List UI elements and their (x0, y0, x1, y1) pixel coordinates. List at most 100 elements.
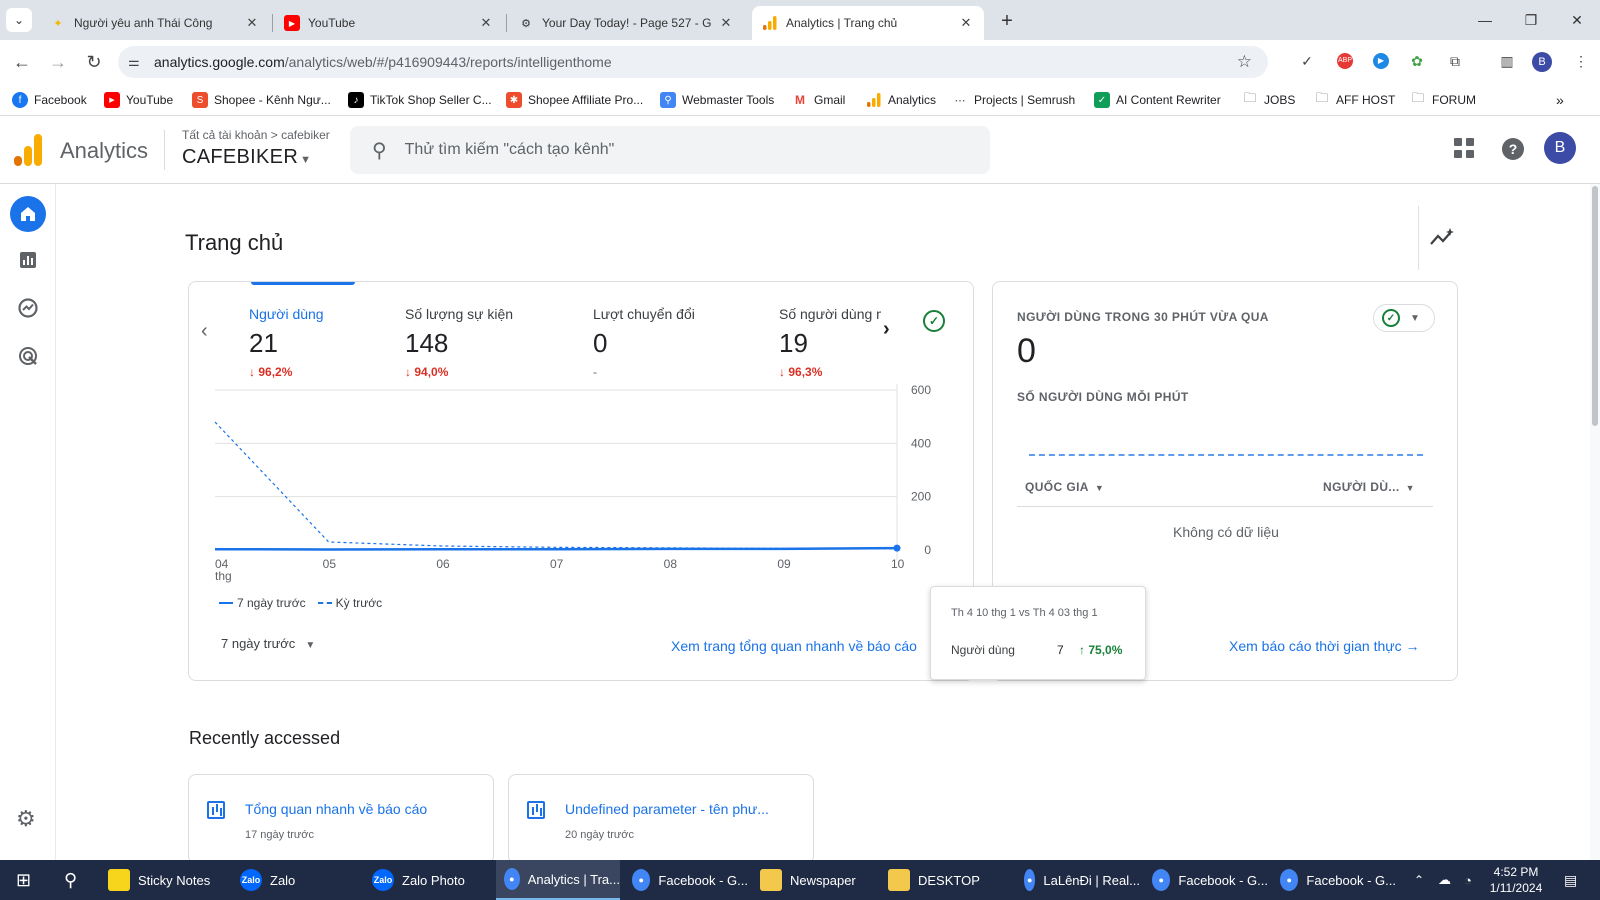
minimize-window-icon[interactable]: — (1462, 8, 1508, 32)
bookmark-label: Projects | Semrush (974, 93, 1076, 107)
metrics-prev-chevron-icon[interactable]: ‹ (201, 320, 208, 343)
recent-item-title[interactable]: Tổng quan nhanh về báo cáo (245, 801, 427, 817)
browser-profile-avatar[interactable]: B (1532, 52, 1552, 72)
y-tick-label: 200 (911, 490, 931, 504)
taskbar-app-sticky-notes[interactable]: Sticky Notes (100, 860, 228, 900)
nav-explore-button[interactable] (10, 290, 46, 326)
insights-trend-icon[interactable] (1428, 226, 1456, 250)
metric-new-users[interactable]: Số người dùng mới 19 ↓ 96,3% (779, 306, 881, 379)
bookmark-folder-forum[interactable]: 🗀 FORUM (1410, 90, 1476, 110)
bookmark-gmail[interactable]: M Gmail (792, 90, 845, 110)
browser-tab-3[interactable]: ⚙ Your Day Today! - Page 527 - G ✕ (508, 6, 744, 40)
tray-wifi-icon[interactable]: ◔ (1456, 860, 1472, 900)
browser-tab-2[interactable]: ▶ YouTube ✕ (274, 6, 504, 40)
realtime-report-link[interactable]: Xem báo cáo thời gian thực → (1229, 638, 1420, 654)
new-tab-button[interactable]: + (994, 8, 1020, 34)
reports-snapshot-link[interactable]: Xem trang tổng quan nhanh về báo cáo (671, 638, 917, 654)
taskbar-app-desktop[interactable]: DESKTOP (880, 860, 1004, 900)
forward-arrow-icon[interactable]: → (46, 50, 70, 74)
windows-start-icon[interactable]: ⊞ (8, 860, 31, 900)
taskbar-app-facebook-1[interactable]: ● Facebook - G... (624, 860, 748, 900)
taskbar-app-facebook-3[interactable]: ● Facebook - G... (1272, 860, 1396, 900)
taskbar-app-analytics[interactable]: ● Analytics | Tra... (496, 860, 620, 900)
semrush-icon: ⋯ (954, 94, 966, 107)
apps-grid-icon[interactable] (1454, 138, 1474, 158)
nav-advertising-button[interactable] (10, 338, 46, 374)
site-info-icon[interactable]: ⚌ (128, 54, 146, 70)
bookmark-shopee[interactable]: S Shopee - Kênh Ngư... (192, 90, 331, 110)
back-arrow-icon[interactable]: ← (10, 50, 34, 74)
adblock-extension-icon[interactable]: ABP (1334, 50, 1356, 72)
country-column-header[interactable]: QUỐC GIA ▼ (1025, 480, 1104, 494)
close-tab-icon[interactable]: ✕ (958, 15, 974, 31)
tab-search-button[interactable]: ⌄ (6, 8, 32, 32)
account-avatar[interactable]: B (1544, 132, 1576, 164)
account-breadcrumb[interactable]: Tất cả tài khoản > cafebiker (182, 128, 330, 142)
address-bar[interactable]: ⚌ analytics.google.com/analytics/web/#/p… (118, 46, 1268, 78)
metrics-next-chevron-icon[interactable]: › (883, 318, 890, 341)
search-bar[interactable]: ⚲ (350, 126, 990, 174)
taskbar-search-icon[interactable]: ⚲ (56, 860, 77, 900)
recent-item-title[interactable]: Undefined parameter - tên phư... (565, 801, 769, 817)
metric-event-count[interactable]: Số lượng sự kiện 148 ↓ 94,0% (405, 306, 555, 379)
bookmark-folder-aff-host[interactable]: 🗀 AFF HOST (1314, 90, 1395, 110)
side-panel-icon[interactable]: ▥ (1496, 50, 1518, 72)
metric-users[interactable]: Người dùng 21 ↓ 96,2% (249, 306, 399, 379)
reload-icon[interactable]: ↻ (82, 50, 106, 74)
notifications-icon[interactable]: ▤ (1556, 860, 1577, 900)
taskbar-app-newspaper[interactable]: Newspaper (752, 860, 876, 900)
close-tab-icon[interactable]: ✕ (244, 15, 260, 31)
close-tab-icon[interactable]: ✕ (718, 15, 734, 31)
users-column-header[interactable]: NGƯỜI DÙ... ▼ (1323, 480, 1415, 494)
check-extension-icon[interactable]: ✓ (1296, 50, 1318, 72)
extensions-puzzle-icon[interactable]: ⧉ (1444, 50, 1466, 72)
recent-item-card[interactable]: Tổng quan nhanh về báo cáo 17 ngày trước (188, 774, 494, 864)
bookmark-youtube[interactable]: ▶ YouTube (104, 90, 173, 110)
shopee-affiliate-icon: ✱ (506, 92, 522, 108)
data-quality-check-icon[interactable]: ✓ (923, 310, 945, 332)
taskbar-app-zalo-photo[interactable]: Zalo Zalo Photo (364, 860, 492, 900)
close-tab-icon[interactable]: ✕ (478, 15, 494, 31)
recent-item-card[interactable]: Undefined parameter - tên phư... 20 ngày… (508, 774, 814, 864)
restore-window-icon[interactable]: ❐ (1508, 8, 1554, 32)
metric-conversions[interactable]: Lượt chuyển đổi 0 - (593, 306, 743, 379)
bookmark-semrush[interactable]: ⋯ Projects | Semrush (952, 90, 1076, 110)
browser-tab-1[interactable]: ✦ Người yêu anh Thái Công ✕ (40, 6, 270, 40)
media-extension-icon[interactable]: ▶ (1370, 50, 1392, 72)
browser-menu-icon[interactable]: ⋮ (1570, 50, 1592, 72)
property-selector[interactable]: CAFEBIKER ▼ (182, 146, 311, 169)
close-window-icon[interactable]: ✕ (1554, 8, 1600, 32)
realtime-status-dropdown[interactable]: ✓ ▼ (1373, 304, 1435, 332)
tray-cloud-icon[interactable]: ☁ (1430, 860, 1451, 900)
vpn-extension-icon[interactable]: ✿ (1406, 50, 1428, 72)
nav-home-button[interactable] (10, 196, 46, 232)
bookmark-analytics[interactable]: Analytics (866, 90, 936, 110)
taskbar-app-lalendi[interactable]: ● LaLênĐi | Real... (1016, 860, 1140, 900)
taskbar-app-zalo[interactable]: Zalo Zalo (232, 860, 360, 900)
search-input[interactable] (404, 141, 965, 159)
bookmark-star-icon[interactable]: ☆ (1237, 52, 1252, 72)
admin-gear-icon[interactable]: ⚙ (16, 806, 36, 832)
taskbar-clock[interactable]: 4:52 PM 1/11/2024 (1484, 864, 1548, 896)
date-range-dropdown[interactable]: 7 ngày trước ▼ (221, 636, 315, 651)
nav-reports-button[interactable] (10, 242, 46, 278)
tab-title: Your Day Today! - Page 527 - G (542, 16, 712, 30)
bookmark-shopee-affiliate[interactable]: ✱ Shopee Affiliate Pro... (506, 90, 643, 110)
scrollbar-thumb[interactable] (1592, 186, 1598, 426)
bookmark-webmaster-tools[interactable]: ⚲ Webmaster Tools (660, 90, 774, 110)
tray-chevron-up-icon[interactable]: ⌃ (1406, 860, 1424, 900)
browser-tab-analytics[interactable]: Analytics | Trang chủ ✕ (752, 6, 984, 40)
bookmark-tiktok-shop[interactable]: ♪ TikTok Shop Seller C... (348, 90, 492, 110)
taskbar-app-facebook-2[interactable]: ● Facebook - G... (1144, 860, 1268, 900)
facebook-icon: f (12, 92, 28, 108)
more-bookmarks-chevron-icon[interactable]: » (1556, 90, 1564, 110)
taskbar-app-label: DESKTOP (918, 872, 980, 888)
bookmark-folder-jobs[interactable]: 🗀 JOBS (1242, 90, 1295, 110)
checkbox-icon: ✓ (1094, 92, 1110, 108)
y-tick-label: 0 (924, 543, 931, 557)
bookmark-facebook[interactable]: f Facebook (12, 90, 87, 110)
help-icon[interactable]: ? (1502, 138, 1524, 160)
tooltip-metric-label: Người dùng (951, 643, 1015, 657)
metric-value: 21 (249, 328, 278, 358)
bookmark-ai-content-rewriter[interactable]: ✓ AI Content Rewriter (1094, 90, 1221, 110)
